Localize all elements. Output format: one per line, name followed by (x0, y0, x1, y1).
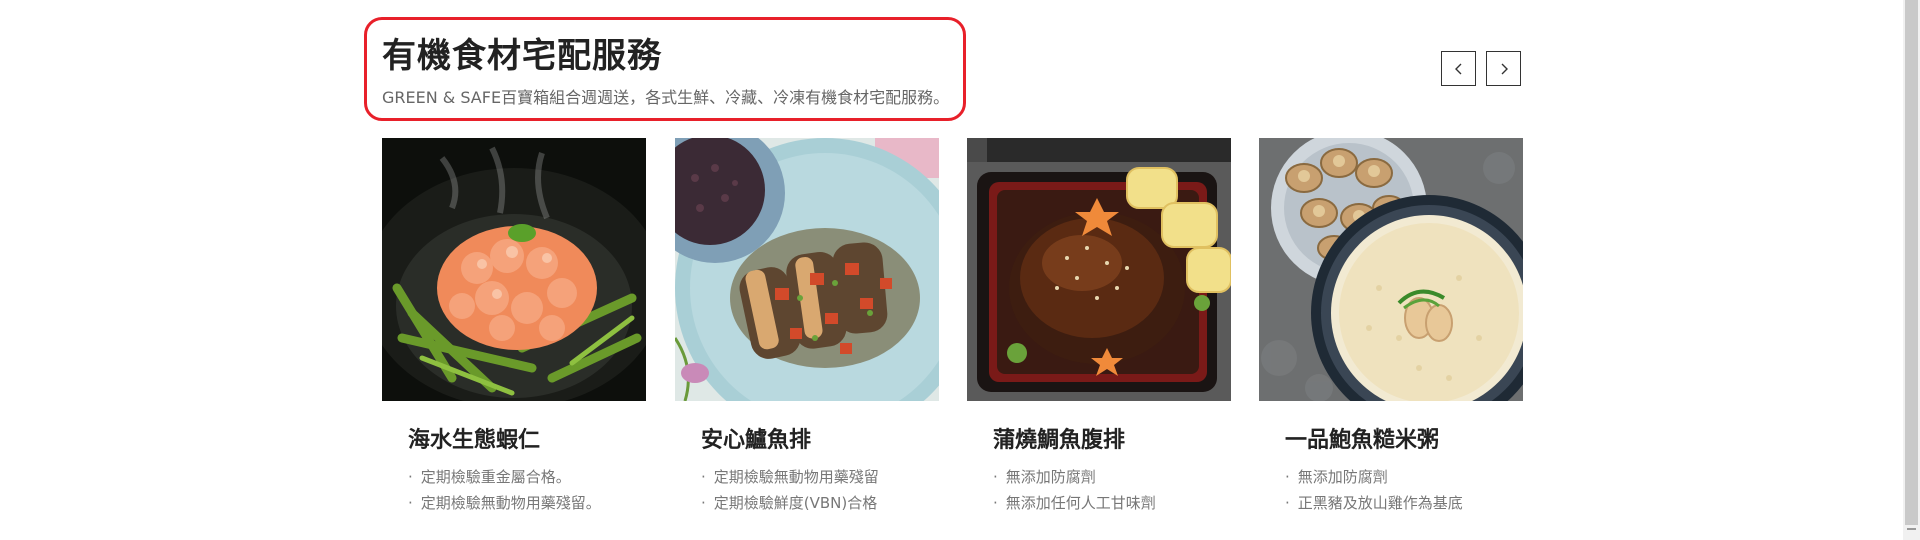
section-subtitle: GREEN & SAFE百寶箱組合週週送，各式生鮮、冷藏、冷凍有機食材宅配服務。 (382, 88, 950, 107)
product-card[interactable]: 蒲燒鯛魚腹排 無添加防腐劑 無添加任何人工甘味劑 (967, 138, 1231, 512)
product-feature: 定期檢驗無動物用藥殘留 (701, 464, 879, 490)
chevron-left-icon (1454, 63, 1461, 74)
organic-delivery-section: 有機食材宅配服務 GREEN & SAFE百寶箱組合週週送，各式生鮮、冷藏、冷凍… (0, 0, 1920, 540)
carousel-prev-button[interactable] (1441, 51, 1476, 86)
product-card[interactable]: 海水生態蝦仁 定期檢驗重金屬合格。 定期檢驗無動物用藥殘留。 (382, 138, 646, 512)
product-feature: 無添加任何人工甘味劑 (993, 490, 1156, 516)
kabayaki-fish-bento-photo[interactable] (967, 138, 1231, 401)
product-feature-list: 無添加防腐劑 無添加任何人工甘味劑 (993, 464, 1156, 516)
product-feature-list: 無添加防腐劑 正黑豬及放山雞作為基底 (1285, 464, 1463, 516)
product-feature-list: 定期檢驗無動物用藥殘留 定期檢驗鮮度(VBN)合格 (701, 464, 879, 516)
product-card[interactable]: 安心鱸魚排 定期檢驗無動物用藥殘留 定期檢驗鮮度(VBN)合格 (675, 138, 939, 512)
product-name[interactable]: 安心鱸魚排 (701, 422, 811, 454)
product-feature: 無添加防腐劑 (1285, 464, 1463, 490)
chevron-right-icon (1501, 63, 1508, 74)
product-feature: 正黑豬及放山雞作為基底 (1285, 490, 1463, 516)
scrollbar-thumb[interactable] (1905, 0, 1918, 525)
product-feature: 無添加防腐劑 (993, 464, 1156, 490)
shrimp-asparagus-photo[interactable] (382, 138, 646, 401)
product-card[interactable]: 一品鮑魚糙米粥 無添加防腐劑 正黑豬及放山雞作為基底 (1259, 138, 1523, 512)
product-name[interactable]: 一品鮑魚糙米粥 (1285, 422, 1439, 454)
product-name[interactable]: 蒲燒鯛魚腹排 (993, 422, 1125, 454)
abalone-rice-porridge-photo[interactable] (1259, 138, 1523, 401)
sea-bass-fillet-photo[interactable] (675, 138, 939, 401)
product-feature: 定期檢驗鮮度(VBN)合格 (701, 490, 879, 516)
product-feature: 定期檢驗重金屬合格。 (408, 464, 601, 490)
carousel-next-button[interactable] (1486, 51, 1521, 86)
product-feature: 定期檢驗無動物用藥殘留。 (408, 490, 601, 516)
section-title: 有機食材宅配服務 (382, 36, 662, 76)
page-scrollbar[interactable] (1903, 0, 1920, 540)
product-feature-list: 定期檢驗重金屬合格。 定期檢驗無動物用藥殘留。 (408, 464, 601, 516)
scroll-down-icon[interactable] (1907, 528, 1916, 530)
product-name[interactable]: 海水生態蝦仁 (408, 422, 540, 454)
